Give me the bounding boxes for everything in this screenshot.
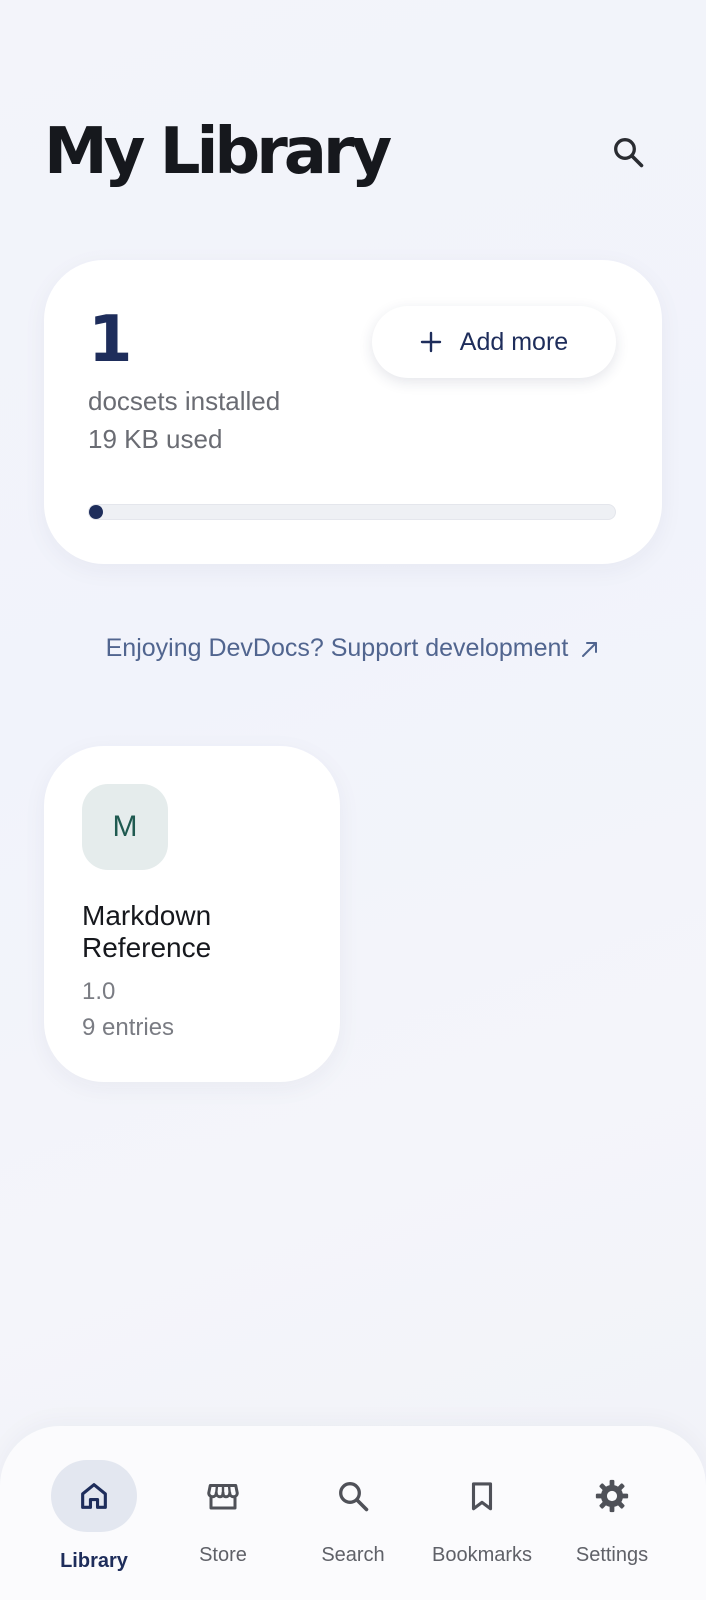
storage-used-label: 19 KB used — [88, 424, 223, 454]
nav-icon-wrap — [569, 1460, 655, 1532]
add-more-label: Add more — [459, 327, 569, 356]
docset-version: 1.0 — [82, 978, 116, 1005]
support-development-link[interactable]: Enjoying DevDocs? Support development — [0, 634, 706, 663]
search-icon — [339, 1482, 369, 1512]
nav-item-library[interactable]: Library — [29, 1460, 159, 1572]
docset-count: 1 — [88, 303, 133, 377]
storage-progress-fill — [89, 505, 103, 519]
library-stats-card: 1 docsets installed 19 KB used Add more — [44, 260, 662, 564]
nav-item-store[interactable]: Store — [158, 1460, 288, 1570]
home-icon — [81, 1483, 107, 1509]
page-title: My Library — [44, 115, 392, 189]
support-link-label: Enjoying DevDocs? Support development — [105, 634, 569, 662]
nav-icon-wrap — [310, 1460, 396, 1532]
nav-active-indicator — [51, 1460, 137, 1532]
external-link-icon — [582, 641, 598, 657]
nav-icon-wrap — [180, 1460, 266, 1532]
nav-label-search: Search — [321, 1544, 385, 1566]
search-icon — [614, 138, 644, 168]
docsets-installed-label: docsets installed — [88, 386, 281, 416]
nav-item-settings[interactable]: Settings — [547, 1460, 677, 1570]
docset-badge: M — [82, 784, 168, 870]
nav-label-settings: Settings — [575, 1544, 649, 1566]
docset-name: Markdown Reference — [82, 900, 212, 963]
storage-progress-bar — [88, 504, 616, 520]
header: My Library — [44, 112, 662, 192]
nav-label-store: Store — [199, 1544, 247, 1566]
store-icon — [207, 1484, 239, 1510]
bookmark-icon — [471, 1482, 493, 1511]
bottom-navigation: Library Store Search Bookmarks Settings — [0, 1426, 706, 1600]
nav-label-bookmarks: Bookmarks — [431, 1544, 533, 1566]
nav-label-library: Library — [60, 1550, 128, 1572]
search-button[interactable] — [606, 130, 650, 174]
gear-icon — [595, 1479, 629, 1513]
plus-icon — [420, 331, 441, 353]
nav-item-search[interactable]: Search — [288, 1460, 418, 1570]
add-more-button[interactable]: Add more — [372, 306, 616, 378]
docset-entries: 9 entries — [82, 1014, 175, 1041]
nav-icon-wrap — [439, 1460, 525, 1532]
docset-card-markdown-reference[interactable]: M Markdown Reference 1.0 9 entries — [44, 746, 340, 1082]
nav-item-bookmarks[interactable]: Bookmarks — [417, 1460, 547, 1570]
